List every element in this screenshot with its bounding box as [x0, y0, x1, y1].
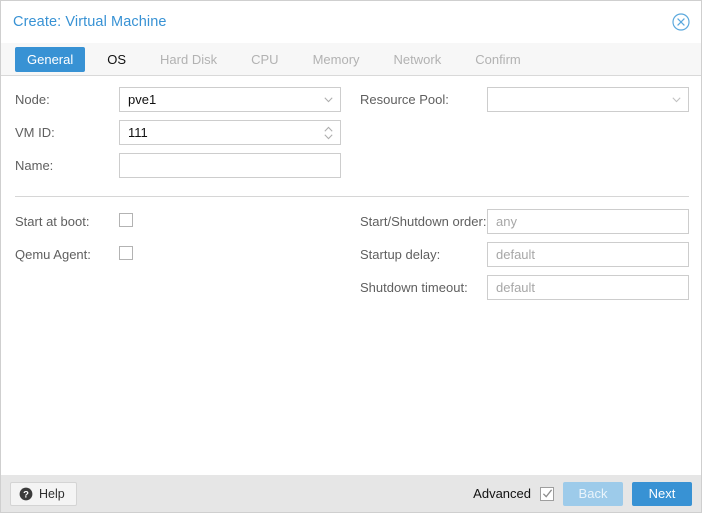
- dialog-titlebar: Create: Virtual Machine: [1, 1, 701, 43]
- wizard-tab-bar: General OS Hard Disk CPU Memory Network …: [1, 43, 701, 76]
- check-icon: [542, 489, 552, 498]
- dialog-content: Node: pve1 VM ID: 111 Name: Resource Poo…: [1, 76, 701, 512]
- advanced-right-column: Start/Shutdown order: any Startup delay:…: [351, 209, 701, 308]
- shutdown-timeout-label: Shutdown timeout:: [360, 280, 468, 295]
- start-at-boot-label: Start at boot:: [15, 214, 90, 229]
- startup-delay-label: Startup delay:: [360, 247, 441, 262]
- help-button-label: Help: [39, 486, 65, 501]
- shutdown-timeout-placeholder: default: [496, 280, 536, 295]
- dialog-footer: ? Help Advanced Back Next: [1, 475, 701, 512]
- tab-os[interactable]: OS: [95, 47, 138, 72]
- field-row-startup-delay: Startup delay: default: [360, 242, 689, 268]
- shutdown-timeout-input[interactable]: default: [487, 275, 689, 300]
- name-input[interactable]: [119, 153, 341, 178]
- startup-order-label: Start/Shutdown order:: [360, 214, 487, 229]
- footer-actions: Advanced Back Next: [473, 481, 692, 506]
- field-row-node: Node: pve1: [15, 87, 341, 113]
- resource-pool-select[interactable]: [487, 87, 689, 112]
- field-row-resource-pool: Resource Pool:: [360, 87, 689, 113]
- chevron-down-icon: [672, 96, 681, 102]
- back-button: Back: [563, 481, 623, 506]
- tab-memory: Memory: [312, 51, 360, 67]
- field-row-start-at-boot: Start at boot:: [15, 209, 341, 235]
- vmid-value: 111: [128, 125, 148, 140]
- field-row-qemu-agent: Qemu Agent:: [15, 242, 341, 268]
- basic-settings-section: Node: pve1 VM ID: 111 Name: Resource Poo…: [1, 76, 701, 186]
- spinner-updown-icon[interactable]: [324, 126, 333, 140]
- svg-text:?: ?: [23, 489, 29, 500]
- startup-order-input[interactable]: any: [487, 209, 689, 234]
- field-row-vmid: VM ID: 111: [15, 120, 341, 146]
- node-value: pve1: [128, 92, 157, 107]
- vmid-label: VM ID:: [15, 125, 55, 140]
- advanced-toggle-label: Advanced: [473, 486, 531, 501]
- help-button[interactable]: ? Help: [10, 481, 77, 506]
- qemu-agent-label: Qemu Agent:: [15, 247, 91, 262]
- startup-order-placeholder: any: [496, 214, 517, 229]
- tab-general[interactable]: General: [15, 46, 86, 72]
- advanced-left-column: Start at boot: Qemu Agent:: [1, 209, 351, 308]
- basic-left-column: Node: pve1 VM ID: 111 Name:: [1, 87, 351, 186]
- field-row-shutdown-timeout: Shutdown timeout: default: [360, 275, 689, 301]
- basic-right-column: Resource Pool:: [351, 87, 701, 186]
- start-at-boot-checkbox[interactable]: [119, 213, 133, 227]
- chevron-down-icon: [324, 96, 333, 102]
- name-label: Name:: [15, 158, 54, 173]
- vmid-input[interactable]: 111: [119, 120, 341, 145]
- resource-pool-label: Resource Pool:: [360, 92, 449, 107]
- next-button[interactable]: Next: [632, 481, 692, 506]
- qemu-agent-checkbox[interactable]: [119, 246, 133, 260]
- tab-network: Network: [393, 51, 442, 67]
- dialog-title: Create: Virtual Machine: [13, 14, 167, 30]
- tab-confirm: Confirm: [475, 51, 521, 67]
- create-vm-dialog: Create: Virtual Machine General OS Hard …: [0, 0, 702, 513]
- node-select[interactable]: pve1: [119, 87, 341, 112]
- tab-hard-disk: Hard Disk: [160, 51, 218, 67]
- question-circle-icon: ?: [19, 487, 33, 500]
- advanced-settings-section: Start at boot: Qemu Agent: Start/Shutdow…: [1, 197, 701, 308]
- field-row-startup-order: Start/Shutdown order: any: [360, 209, 689, 235]
- node-label: Node:: [15, 92, 50, 107]
- tab-cpu: CPU: [251, 51, 279, 67]
- startup-delay-placeholder: default: [496, 247, 536, 262]
- field-row-name: Name:: [15, 153, 341, 179]
- advanced-checkbox[interactable]: [540, 486, 554, 501]
- startup-delay-input[interactable]: default: [487, 242, 689, 267]
- close-icon[interactable]: [671, 12, 691, 32]
